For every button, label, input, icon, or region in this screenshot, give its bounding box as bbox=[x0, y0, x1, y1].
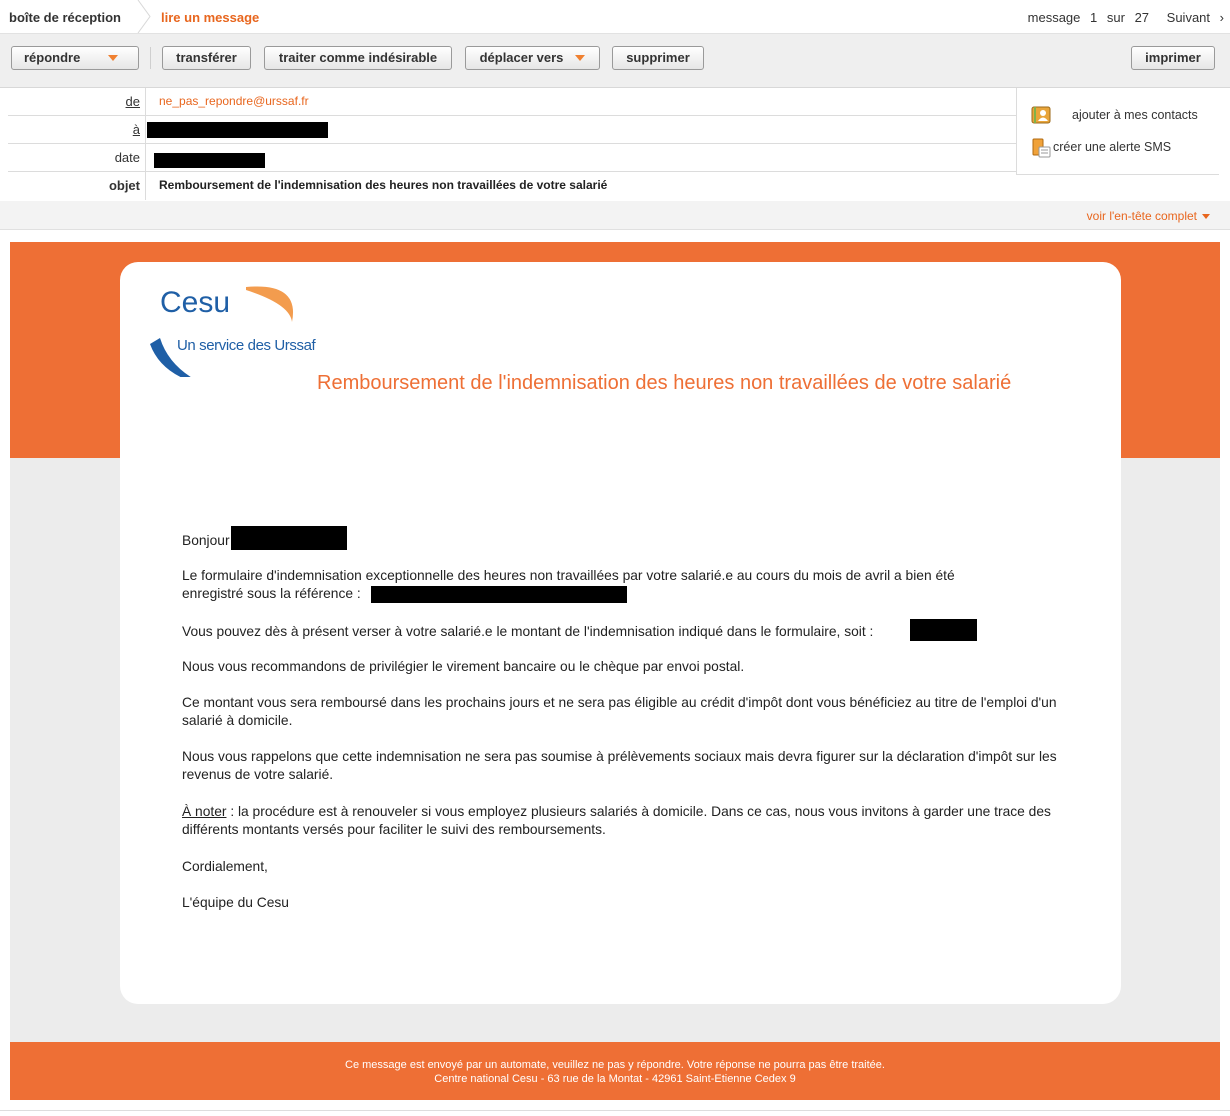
sms-alert-label: créer une alerte SMS bbox=[1053, 140, 1172, 154]
signature: L'équipe du Cesu bbox=[182, 895, 289, 910]
header-row-to: à bbox=[8, 116, 1016, 144]
print-button[interactable]: imprimer bbox=[1131, 46, 1215, 70]
subject-label: objet bbox=[8, 172, 146, 200]
sms-alert-icon bbox=[1032, 138, 1051, 158]
mark-spam-button[interactable]: traiter comme indésirable bbox=[264, 46, 452, 70]
chevron-down-icon bbox=[1202, 214, 1210, 220]
footer-line-1: Ce message est envoyé par un automate, v… bbox=[345, 1059, 885, 1071]
next-message-link[interactable]: Suivant bbox=[1167, 10, 1210, 25]
paragraph-note: À noter : la procédure est à renouveler … bbox=[182, 803, 1082, 839]
email-card: Cesu Un service des Urssaf Remboursement… bbox=[120, 262, 1121, 1004]
pager-of: sur bbox=[1106, 10, 1125, 25]
delete-button[interactable]: supprimer bbox=[612, 46, 704, 70]
breadcrumb-current: lire un message bbox=[161, 10, 260, 25]
redacted-reference bbox=[371, 586, 627, 603]
paragraph-line: Le formulaire d'indemnisation exceptionn… bbox=[182, 568, 955, 583]
redacted-date bbox=[154, 153, 265, 168]
redacted-name bbox=[231, 526, 347, 550]
contact-book-icon bbox=[1031, 106, 1051, 124]
logo-tagline: Un service des Urssaf bbox=[177, 337, 316, 354]
paragraph-payment: Nous vous recommandons de privilégier le… bbox=[182, 659, 745, 674]
next-arrow-icon[interactable]: › bbox=[1220, 10, 1224, 25]
toolbar-divider bbox=[150, 47, 151, 69]
note-text: : la procédure est à renouveler si vous … bbox=[182, 804, 1051, 837]
paragraph-line: enregistré sous la référence : bbox=[182, 586, 361, 601]
view-full-header-link[interactable]: voir l'en-tête complet bbox=[1087, 209, 1210, 223]
note-label: À noter bbox=[182, 804, 227, 819]
forward-button[interactable]: transférer bbox=[162, 46, 251, 70]
sms-alert-link[interactable]: créer une alerte SMS bbox=[1031, 136, 1171, 158]
breadcrumb-separator-icon bbox=[137, 0, 151, 33]
redacted-recipient bbox=[147, 122, 328, 138]
paragraph-form-registered: Le formulaire d'indemnisation exceptionn… bbox=[182, 567, 1082, 603]
full-header-bar: voir l'en-tête complet bbox=[0, 201, 1230, 230]
email-title: Remboursement de l'indemnisation des heu… bbox=[317, 372, 1012, 394]
page-bottom-border bbox=[0, 1110, 1230, 1116]
move-to-button[interactable]: déplacer vers bbox=[465, 46, 600, 70]
header-row-date: date bbox=[8, 144, 1016, 172]
email-footer: Ce message est envoyé par un automate, v… bbox=[10, 1042, 1220, 1100]
view-full-header-label: voir l'en-tête complet bbox=[1086, 209, 1197, 223]
paragraph-tax: Nous vous rappelons que cette indemnisat… bbox=[182, 749, 1057, 782]
footer-line-2: Centre national Cesu - 63 rue de la Mont… bbox=[434, 1073, 796, 1085]
paragraph-refund: Ce montant vous sera remboursé dans les … bbox=[182, 695, 1057, 728]
move-to-label: déplacer vers bbox=[479, 50, 564, 65]
from-label[interactable]: de bbox=[126, 94, 140, 109]
add-contact-label: ajouter à mes contacts bbox=[1072, 108, 1198, 122]
subject-value: Remboursement de l'indemnisation des heu… bbox=[159, 178, 608, 192]
reply-label: répondre bbox=[24, 50, 81, 65]
to-label[interactable]: à bbox=[133, 122, 140, 137]
breadcrumb-inbox[interactable]: boîte de réception bbox=[9, 10, 121, 25]
closing: Cordialement, bbox=[182, 859, 268, 874]
header-row-subject: objet Remboursement de l'indemnisation d… bbox=[8, 172, 1016, 200]
header-row-from: de ne_pas_repondre@urssaf.fr bbox=[8, 88, 1016, 116]
header-actions: ajouter à mes contacts créer une alerte … bbox=[1016, 88, 1219, 175]
toolbar: répondre transférer traiter comme indési… bbox=[0, 34, 1230, 88]
greeting-text: Bonjour bbox=[182, 533, 230, 548]
message-pager: message 1 sur 27 Suivant › bbox=[1022, 10, 1224, 25]
logo-name: Cesu bbox=[160, 286, 231, 319]
chevron-down-icon bbox=[108, 54, 119, 61]
email-body: Cesu Un service des Urssaf Remboursement… bbox=[10, 242, 1220, 1100]
chevron-down-icon bbox=[575, 54, 586, 61]
date-label: date bbox=[8, 144, 146, 171]
top-bar: boîte de réception lire un message messa… bbox=[0, 0, 1230, 34]
redacted-amount bbox=[910, 619, 977, 641]
reply-button[interactable]: répondre bbox=[11, 46, 139, 70]
pager-index: 1 bbox=[1090, 10, 1098, 25]
pager-total: 27 bbox=[1134, 10, 1150, 25]
add-contact-link[interactable]: ajouter à mes contacts bbox=[1031, 104, 1198, 126]
from-address[interactable]: ne_pas_repondre@urssaf.fr bbox=[159, 88, 309, 115]
pager-label: message bbox=[1027, 10, 1081, 25]
